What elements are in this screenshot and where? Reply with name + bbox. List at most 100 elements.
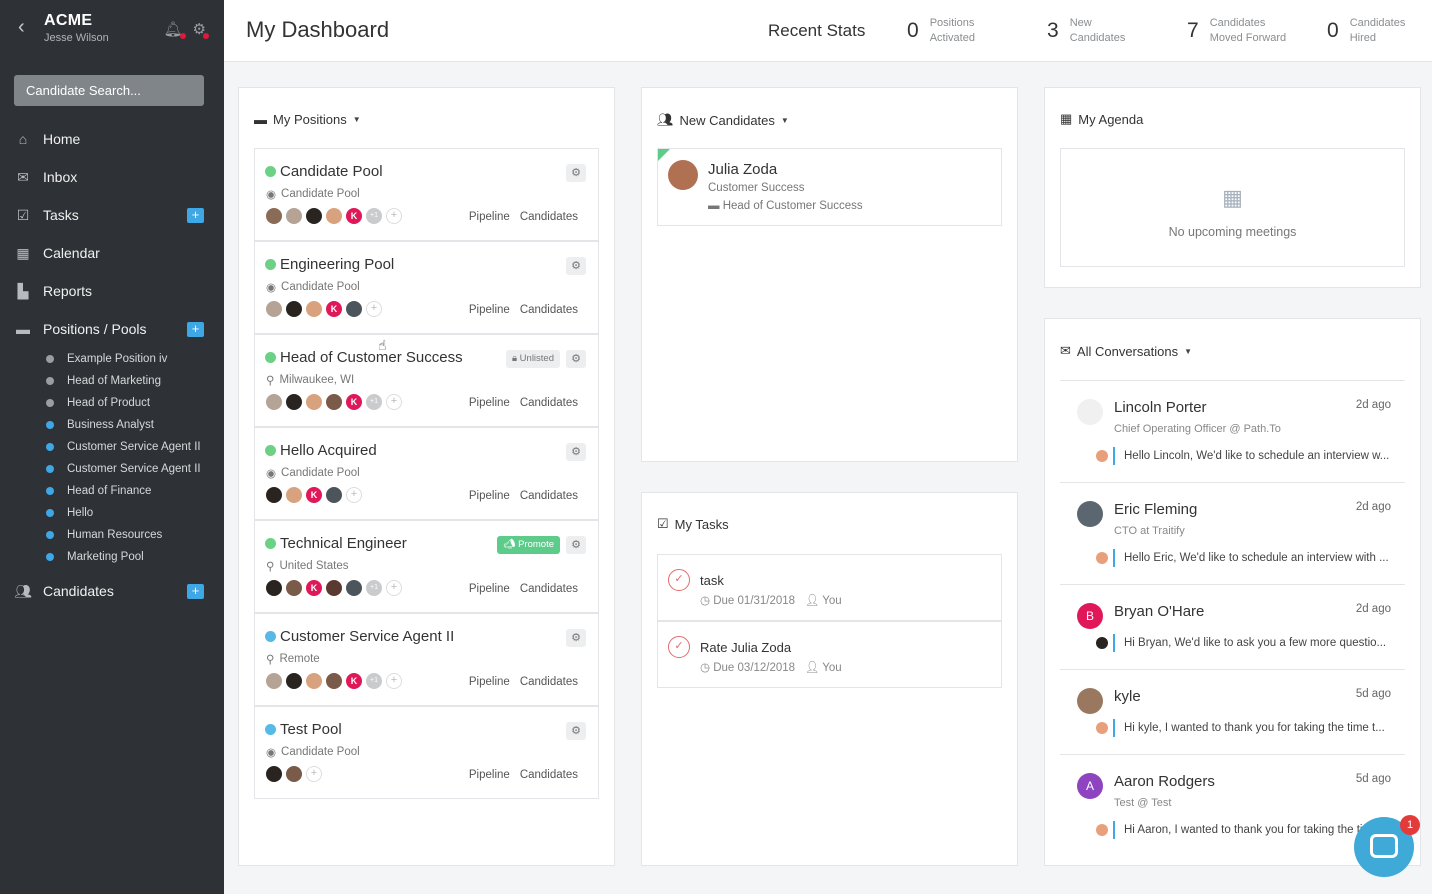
candidate-search-input[interactable]: Candidate Search... [14,75,204,106]
position-title[interactable]: Customer Service Agent II [280,628,454,645]
avatar[interactable]: K [306,487,322,503]
avatar[interactable] [326,580,342,596]
pipeline-link[interactable]: Pipeline [469,397,510,409]
avatar[interactable] [286,487,302,503]
gear-icon[interactable]: ⚙ [566,536,586,554]
avatar[interactable]: K [346,208,362,224]
position-title[interactable]: Test Pool [280,721,342,738]
conversation-item[interactable]: B Bryan O'Hare 2d ago Hi Bryan, We'd lik… [1060,585,1405,670]
pipeline-link[interactable]: Pipeline [469,583,510,595]
position-card[interactable]: Customer Service Agent II ⚙ ⚲ Remote K +1 +… [254,613,599,706]
position-title[interactable]: Candidate Pool [280,163,383,180]
pipeline-link[interactable]: Pipeline [469,490,510,502]
candidates-link[interactable]: Candidates [520,211,578,223]
avatar[interactable] [286,301,302,317]
avatar[interactable]: A [1077,773,1103,799]
avatar[interactable] [346,580,362,596]
all-conversations-dropdown[interactable]: ✉ All Conversations ▼ [1060,343,1192,359]
avatar[interactable] [266,208,282,224]
conversation-item[interactable]: Lincoln Porter 2d ago Chief Operating Of… [1060,381,1405,483]
avatar[interactable] [266,394,282,410]
avatar[interactable] [286,208,302,224]
candidates-link[interactable]: Candidates [520,304,578,316]
task-title[interactable]: Rate Julia Zoda [700,640,791,655]
conversation-item[interactable]: kyle 5d ago Hi kyle, I wanted to thank y… [1060,670,1405,755]
conversation-name[interactable]: Bryan O'Hare [1114,603,1204,620]
sidebar-item-tasks[interactable]: ☑ Tasks + [0,196,224,234]
gear-icon[interactable]: ⚙ [566,350,586,368]
sidebar-position-item[interactable]: Head of Marketing [0,370,224,392]
sidebar-position-item[interactable]: Example Position iv [0,348,224,370]
gear-icon[interactable]: ⚙ [193,20,209,39]
avatar[interactable] [286,766,302,782]
promote-button[interactable]: 📣︎ Promote [497,536,560,554]
chat-launcher-button[interactable]: 1 [1354,815,1420,877]
avatar[interactable] [1077,501,1103,527]
avatar[interactable] [286,394,302,410]
sidebar-position-item[interactable]: Head of Finance [0,480,224,502]
avatar[interactable]: K [306,580,322,596]
candidate-name[interactable]: Julia Zoda [708,161,777,178]
add-task-button[interactable]: + [187,207,204,223]
avatar[interactable]: K [326,301,342,317]
add-icon[interactable]: + [366,301,382,317]
sidebar-position-item[interactable]: Customer Service Agent II [0,436,224,458]
task-item[interactable]: ✓ Rate Julia Zoda ◷ Due 03/12/2018 👤︎ Yo… [657,621,1002,688]
gear-icon[interactable]: ⚙ [566,164,586,182]
pipeline-link[interactable]: Pipeline [469,676,510,688]
candidates-link[interactable]: Candidates [520,583,578,595]
sidebar-item-inbox[interactable]: ✉ Inbox [0,158,224,196]
add-icon[interactable]: + [386,673,402,689]
more-avatars[interactable]: +1 [366,673,382,689]
sidebar-position-item[interactable]: Human Resources [0,524,224,546]
position-card[interactable]: Technical Engineer 📣︎ Promote ⚙ ⚲ United … [254,520,599,613]
more-avatars[interactable]: +1 [366,208,382,224]
add-icon[interactable]: + [306,766,322,782]
avatar[interactable] [326,208,342,224]
position-title[interactable]: Technical Engineer [280,535,407,552]
sidebar-position-item[interactable]: Business Analyst [0,414,224,436]
avatar[interactable] [1077,688,1103,714]
add-icon[interactable]: + [386,208,402,224]
add-icon[interactable]: + [386,580,402,596]
avatar[interactable] [306,301,322,317]
new-candidates-dropdown[interactable]: 👥︎ New Candidates ▼ [657,112,789,128]
avatar[interactable] [326,394,342,410]
avatar[interactable]: B [1077,603,1103,629]
sidebar-item-calendar[interactable]: ▦ Calendar [0,234,224,272]
avatar[interactable] [286,580,302,596]
position-card[interactable]: Hello Acquired ⚙ ◉ Candidate Pool K + Pipe… [254,427,599,520]
avatar[interactable] [266,766,282,782]
avatar[interactable] [306,673,322,689]
avatar[interactable] [306,208,322,224]
gear-icon[interactable]: ⚙ [566,443,586,461]
check-icon[interactable]: ✓ [668,569,690,591]
gear-icon[interactable]: ⚙ [566,257,586,275]
conversation-name[interactable]: Lincoln Porter [1114,399,1207,416]
more-avatars[interactable]: +1 [366,394,382,410]
candidates-link[interactable]: Candidates [520,397,578,409]
conversation-name[interactable]: kyle [1114,688,1141,705]
avatar[interactable] [306,394,322,410]
add-icon[interactable]: + [386,394,402,410]
sidebar-position-item[interactable]: Hello [0,502,224,524]
position-title[interactable]: Hello Acquired [280,442,377,459]
position-card[interactable]: Head of Customer Success 🔒︎ Unlisted ⚙ ⚲… [254,334,599,427]
task-item[interactable]: ✓ task ◷ Due 01/31/2018 👤︎ You [657,554,1002,621]
my-positions-dropdown[interactable]: ▬ My Positions ▼ [254,112,361,127]
back-chevron-icon[interactable]: ‹ [18,16,25,39]
position-card[interactable]: Engineering Pool ⚙ ◉ Candidate Pool K + Pi… [254,241,599,334]
position-title[interactable]: Engineering Pool [280,256,394,273]
more-avatars[interactable]: +1 [366,580,382,596]
conversation-item[interactable]: Eric Fleming 2d ago CTO at Traitify Hell… [1060,483,1405,585]
avatar[interactable] [266,673,282,689]
add-candidate-button[interactable]: + [187,583,204,599]
conversation-name[interactable]: Aaron Rodgers [1114,773,1215,790]
check-icon[interactable]: ✓ [668,636,690,658]
candidates-link[interactable]: Candidates [520,769,578,781]
sidebar-position-item[interactable]: Head of Product [0,392,224,414]
avatar[interactable] [326,673,342,689]
sidebar-position-item[interactable]: Marketing Pool [0,546,224,568]
sidebar-item-home[interactable]: ⌂ Home [0,120,224,158]
candidates-link[interactable]: Candidates [520,490,578,502]
